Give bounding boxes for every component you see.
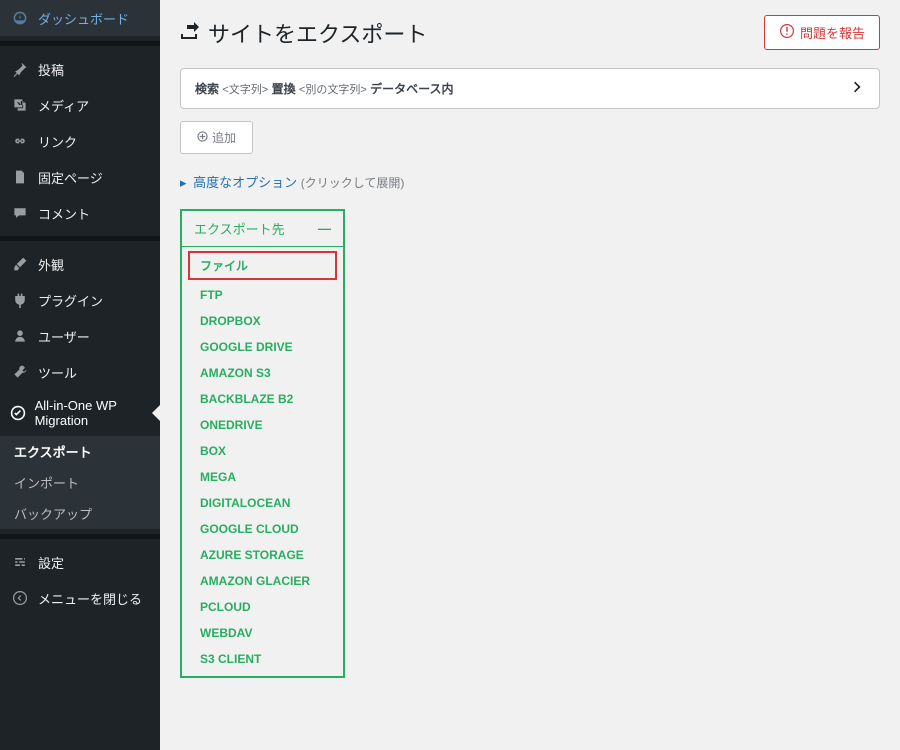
export-dest-onedrive[interactable]: ONEDRIVE	[182, 412, 343, 438]
comment-icon	[10, 203, 30, 223]
caret-right-icon: ▸	[180, 175, 187, 190]
in-database-label: データベース内	[370, 82, 453, 96]
pin-icon	[10, 59, 30, 79]
add-button[interactable]: 追加	[180, 121, 253, 154]
export-dest-backblaze-b2[interactable]: BACKBLAZE B2	[182, 386, 343, 412]
search-label: 検索	[195, 82, 219, 96]
export-dest-google-drive[interactable]: GOOGLE DRIVE	[182, 334, 343, 360]
submenu-export[interactable]: エクスポート	[0, 436, 160, 467]
export-dest-mega[interactable]: MEGA	[182, 464, 343, 490]
menu-dashboard[interactable]: ダッシュボード	[0, 0, 160, 36]
add-button-label: 追加	[212, 129, 236, 146]
menu-separator	[0, 534, 160, 539]
menu-label: メニューを閉じる	[38, 589, 142, 608]
link-icon	[10, 131, 30, 151]
export-dest-ftp[interactable]: FTP	[182, 282, 343, 308]
menu-users[interactable]: ユーザー	[0, 318, 160, 354]
replace-label: 置換	[272, 82, 296, 96]
menu-tools[interactable]: ツール	[0, 354, 160, 390]
advanced-options-toggle[interactable]: ▸ 高度なオプション (クリックして展開)	[180, 172, 880, 191]
report-issue-label: 問題を報告	[800, 23, 865, 42]
tools-icon	[10, 362, 30, 382]
export-to-label: エクスポート先	[194, 219, 285, 238]
export-destination-dropdown: エクスポート先 — ファイル FTP DROPBOX GOOGLE DRIVE …	[180, 209, 345, 678]
menu-label: プラグイン	[38, 291, 103, 310]
menu-collapse[interactable]: メニューを閉じる	[0, 580, 160, 616]
export-dest-amazon-glacier[interactable]: AMAZON GLACIER	[182, 568, 343, 594]
media-icon	[10, 95, 30, 115]
export-destination-list: ファイル FTP DROPBOX GOOGLE DRIVE AMAZON S3 …	[182, 247, 343, 676]
search-placeholder: <文字列>	[222, 84, 268, 96]
submenu-backup[interactable]: バックアップ	[0, 498, 160, 529]
minus-icon: —	[318, 221, 331, 236]
export-dest-dropbox[interactable]: DROPBOX	[182, 308, 343, 334]
export-dest-box[interactable]: BOX	[182, 438, 343, 464]
warning-icon	[779, 23, 795, 42]
export-dropdown-header[interactable]: エクスポート先 —	[182, 211, 343, 247]
export-dest-azure-storage[interactable]: AZURE STORAGE	[182, 542, 343, 568]
plugin-icon	[10, 290, 30, 310]
page-title: サイトをエクスポート	[180, 17, 427, 49]
menu-media[interactable]: メディア	[0, 87, 160, 123]
admin-sidebar: ダッシュボード 投稿 メディア リンク 固定ページ コメント	[0, 0, 160, 750]
menu-label: 固定ページ	[38, 168, 103, 187]
export-dest-file[interactable]: ファイル	[188, 251, 337, 280]
chevron-right-icon	[849, 79, 865, 98]
find-replace-row[interactable]: 検索 <文字列> 置換 <別の文字列> データベース内	[180, 68, 880, 109]
menu-label: 投稿	[38, 60, 64, 79]
plus-icon	[197, 131, 208, 145]
user-icon	[10, 326, 30, 346]
main-content: サイトをエクスポート 問題を報告 検索 <文字列> 置換 <別の文字列> データ…	[160, 0, 900, 750]
export-dest-s3-client[interactable]: S3 CLIENT	[182, 646, 343, 672]
export-icon	[180, 20, 200, 46]
menu-plugins[interactable]: プラグイン	[0, 282, 160, 318]
menu-label: コメント	[38, 204, 90, 223]
page-title-text: サイトをエクスポート	[208, 17, 427, 49]
advanced-options-hint: (クリックして展開)	[301, 176, 405, 190]
report-issue-button[interactable]: 問題を報告	[764, 15, 880, 50]
header-row: サイトをエクスポート 問題を報告	[180, 15, 880, 50]
menu-settings[interactable]: 設定	[0, 544, 160, 580]
menu-label: 外観	[38, 255, 64, 274]
menu-label: ユーザー	[38, 327, 90, 346]
replace-placeholder: <別の文字列>	[299, 84, 367, 96]
menu-separator	[0, 236, 160, 241]
export-dest-webdav[interactable]: WEBDAV	[182, 620, 343, 646]
menu-label: ツール	[38, 363, 77, 382]
migration-icon	[10, 403, 27, 423]
menu-appearance[interactable]: 外観	[0, 246, 160, 282]
menu-label: All-in-One WP Migration	[35, 398, 150, 428]
submenu-import[interactable]: インポート	[0, 467, 160, 498]
ai1wm-submenu: エクスポート インポート バックアップ	[0, 436, 160, 529]
menu-label: メディア	[38, 96, 89, 115]
menu-label: ダッシュボード	[38, 9, 129, 28]
menu-pages[interactable]: 固定ページ	[0, 159, 160, 195]
export-dest-amazon-s3[interactable]: AMAZON S3	[182, 360, 343, 386]
settings-icon	[10, 552, 30, 572]
collapse-icon	[10, 588, 30, 608]
find-replace-text: 検索 <文字列> 置換 <別の文字列> データベース内	[195, 80, 454, 97]
dashboard-icon	[10, 8, 30, 28]
export-dest-digitalocean[interactable]: DIGITALOCEAN	[182, 490, 343, 516]
menu-posts[interactable]: 投稿	[0, 51, 160, 87]
menu-label: リンク	[38, 132, 77, 151]
menu-label: 設定	[38, 553, 64, 572]
export-dest-pcloud[interactable]: PCLOUD	[182, 594, 343, 620]
page-icon	[10, 167, 30, 187]
menu-links[interactable]: リンク	[0, 123, 160, 159]
menu-ai1wm[interactable]: All-in-One WP Migration	[0, 390, 160, 436]
brush-icon	[10, 254, 30, 274]
export-dest-google-cloud[interactable]: GOOGLE CLOUD	[182, 516, 343, 542]
menu-separator	[0, 41, 160, 46]
menu-comments[interactable]: コメント	[0, 195, 160, 231]
advanced-options-link: 高度なオプション	[193, 175, 297, 190]
